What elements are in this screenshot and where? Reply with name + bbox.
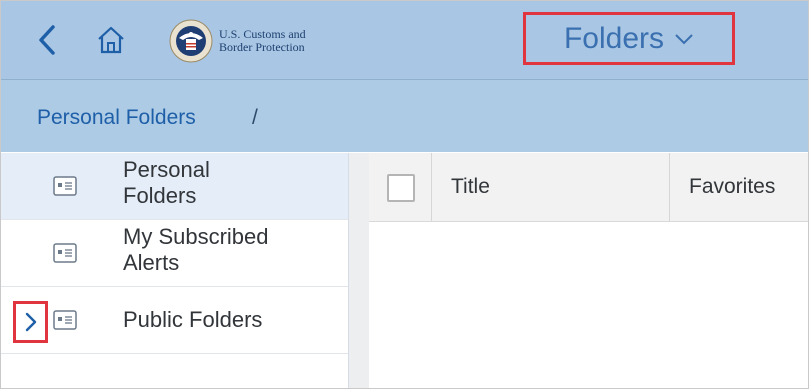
folders-menu-button[interactable]: Folders	[523, 12, 735, 65]
home-icon	[98, 26, 124, 54]
folder-card-icon	[53, 310, 77, 330]
sidebar-item-label: Public Folders	[123, 307, 263, 332]
home-button[interactable]	[96, 25, 126, 55]
folder-tree-sidebar: Personal Folders My Subscribed Alerts Pu…	[1, 153, 349, 388]
sidebar-item-label-line1: My Subscribed	[123, 224, 269, 249]
sidebar-item-public-folders[interactable]: Public Folders	[1, 287, 348, 354]
sidebar-item-my-subscribed-alerts[interactable]: My Subscribed Alerts	[1, 220, 348, 287]
sidebar-item-label: My Subscribed Alerts	[123, 224, 269, 276]
cbp-seal-icon	[169, 19, 213, 63]
table-header-row: Title Favorites	[369, 153, 808, 222]
chevron-right-icon	[25, 312, 36, 332]
logo-line-2: Border Protection	[219, 40, 305, 54]
pane-splitter[interactable]	[349, 153, 369, 388]
logo-wordmark: U.S. Customs and Border Protection	[219, 28, 306, 54]
chevron-down-icon	[675, 33, 693, 44]
column-divider	[669, 153, 670, 221]
sidebar-item-label: Personal Folders	[123, 157, 210, 209]
column-header-title[interactable]: Title	[451, 175, 490, 199]
app-frame: U.S. Customs and Border Protection Folde…	[0, 0, 809, 389]
breadcrumb-personal-folders[interactable]: Personal Folders	[37, 106, 196, 130]
shell-header: U.S. Customs and Border Protection Folde…	[1, 1, 808, 80]
folder-card-icon	[53, 243, 77, 263]
sidebar-item-label-line2: Folders	[123, 183, 197, 208]
column-divider	[431, 153, 432, 221]
column-header-favorites[interactable]: Favorites	[689, 175, 775, 199]
sidebar-item-label-line2: Alerts	[123, 250, 180, 275]
back-button[interactable]	[35, 23, 61, 57]
breadcrumb-separator: /	[252, 106, 258, 129]
sidebar-item-personal-folders[interactable]: Personal Folders	[1, 153, 348, 220]
folder-content-table: Title Favorites	[369, 153, 808, 388]
folder-card-icon	[53, 176, 77, 196]
sidebar-item-label-line1: Personal	[123, 157, 210, 182]
expand-public-folders-button[interactable]	[13, 301, 48, 343]
select-all-checkbox[interactable]	[387, 174, 415, 202]
chevron-left-icon	[39, 25, 55, 55]
cbp-logo: U.S. Customs and Border Protection	[169, 15, 349, 67]
app-title: Folders	[563, 21, 665, 55]
